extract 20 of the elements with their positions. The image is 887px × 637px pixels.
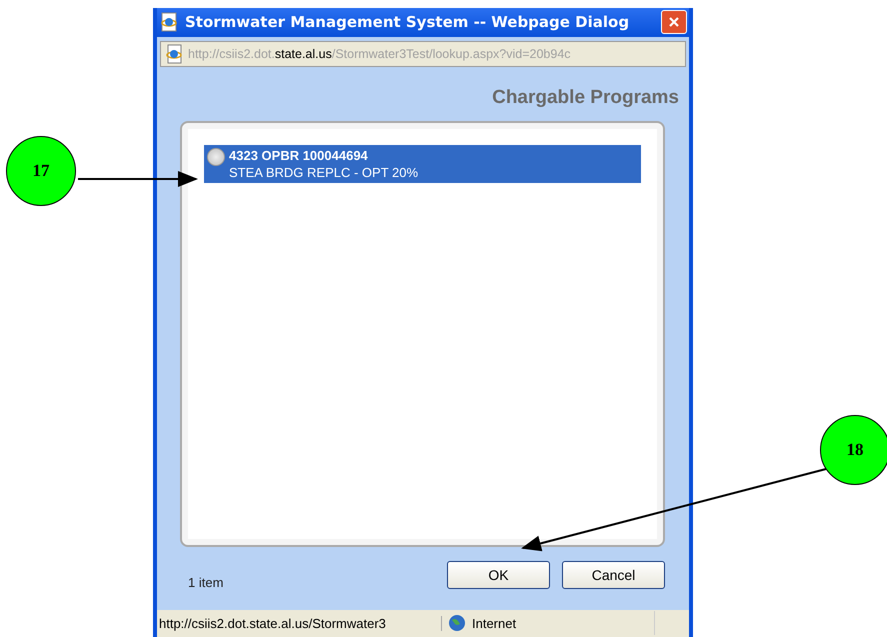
cancel-button[interactable]: Cancel (562, 561, 665, 590)
program-description: STEA BRDG REPLC - OPT 20% (229, 164, 418, 180)
zone-label: Internet (472, 616, 516, 631)
program-code: 4323 OPBR 100044694 (229, 148, 369, 163)
program-item[interactable]: 4323 OPBR 100044694 STEA BRDG REPLC - OPT 20% (204, 144, 641, 183)
ie-icon (159, 12, 179, 32)
status-url: http://csiis2.dot.state.al.us/Stormwater3 (157, 616, 442, 631)
close-icon (668, 16, 680, 28)
callout-badge: 18 (820, 415, 887, 485)
window-title: Stormwater Management System -- Webpage Dialog (185, 13, 630, 32)
ok-button[interactable]: OK (447, 561, 550, 590)
callout-badge: 17 (6, 136, 76, 206)
dialog-heading: Chargable Programs (492, 86, 679, 109)
page-icon (164, 44, 184, 64)
address-field[interactable]: http://csiis2.dot.state.al.us/Stormwater3Test/lookup.aspx?vid=20b94c (160, 40, 686, 67)
item-count: 1 item (187, 574, 224, 590)
address-url: http://csiis2.dot.state.al.us/Stormwater3Test/lookup.aspx?vid=20b94c (188, 46, 571, 61)
radio-button[interactable] (207, 148, 225, 166)
globe-icon (448, 614, 466, 632)
close-button[interactable] (661, 10, 687, 34)
